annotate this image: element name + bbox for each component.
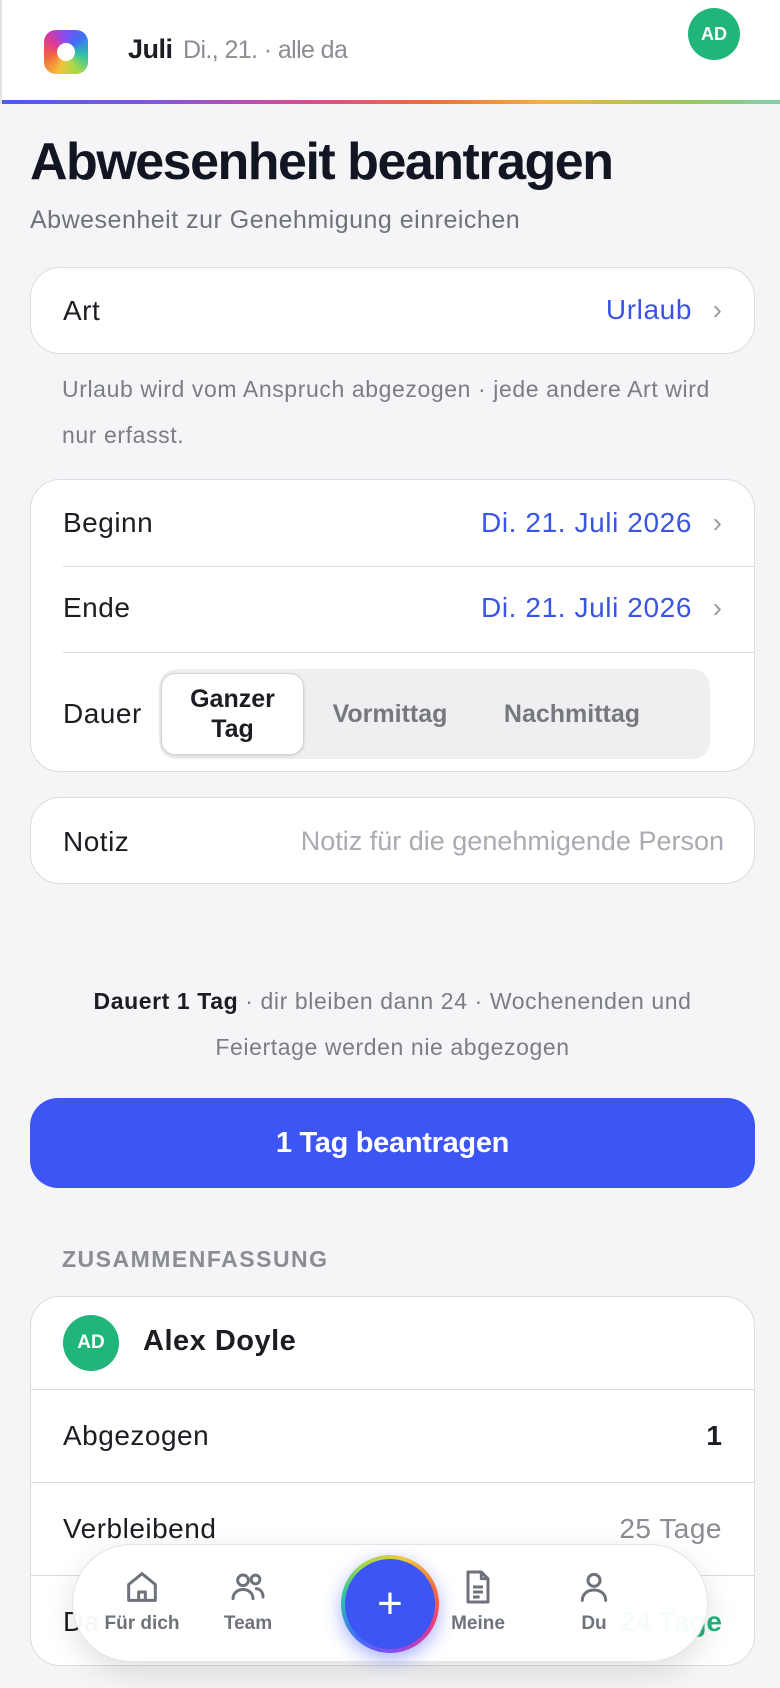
page-title: Abwesenheit beantragen [30, 133, 614, 191]
summary-person-row: AD Alex Doyle [31, 1297, 754, 1389]
tab-label: Für dich [104, 1613, 180, 1634]
type-value: Urlaub [605, 294, 692, 325]
remaining-label: Verbleibend [63, 1513, 217, 1544]
tab-you[interactable]: Du [539, 1567, 649, 1635]
duration-info: Dauert 1 Tag · dir bleiben dann 24 · Woc… [50, 978, 735, 1070]
end-row[interactable]: Ende Di. 21. Juli 2026 › [31, 567, 754, 652]
duration-segmented-control: Ganzer Tag Vormittag Nachmittag [159, 669, 710, 759]
summary-deducted-row: Abgezogen 1 [31, 1390, 754, 1482]
tab-for-you[interactable]: Für dich [87, 1567, 197, 1635]
tab-label: Team [223, 1613, 273, 1634]
duration-option-morning[interactable]: Vormittag [317, 673, 463, 755]
chevron-right-icon: › [712, 507, 722, 538]
note-card: Notiz Notiz für die genehmigende Person [30, 797, 755, 884]
page-subtitle: Abwesenheit zur Genehmigung einreichen [30, 206, 521, 234]
chevron-right-icon: › [712, 294, 722, 325]
end-label: Ende [63, 592, 131, 623]
top-bar: Juli Di., 21. · alle da AD [0, 0, 780, 104]
deducted-value: 1 [706, 1420, 722, 1451]
duration-option-label: Ganzer Tag [190, 685, 275, 743]
bottom-tab-bar: Für dich Team + Meine Du [72, 1544, 708, 1662]
submit-request-button[interactable]: 1 Tag beantragen [30, 1098, 755, 1188]
home-icon [127, 1572, 157, 1602]
summary-section-title: ZUSAMMENFASSUNG [62, 1246, 329, 1272]
start-row[interactable]: Beginn Di. 21. Juli 2026 › [31, 480, 754, 566]
type-hint: Urlaub wird vom Anspruch abgezogen · jed… [62, 376, 710, 448]
date-card: Beginn Di. 21. Juli 2026 › Ende Di. 21. … [30, 479, 755, 772]
tab-label: Meine [451, 1613, 505, 1634]
person-name: Alex Doyle [143, 1325, 297, 1357]
tab-team[interactable]: Team [193, 1567, 303, 1635]
duration-option-afternoon[interactable]: Nachmittag [481, 673, 663, 755]
remaining-value: 25 Tage [619, 1513, 722, 1544]
header-status: Di., 21. · alle da [183, 36, 348, 64]
avatar[interactable]: AD [688, 8, 740, 60]
avatar: AD [63, 1315, 119, 1371]
duration-info-bold: Dauert 1 Tag [93, 988, 239, 1014]
duration-option-full-day[interactable]: Ganzer Tag [161, 673, 304, 755]
tab-label: Du [581, 1613, 607, 1634]
type-label: Art [63, 295, 101, 326]
start-label: Beginn [63, 507, 154, 538]
duration-info-text: · dir bleiben dann 24 · Wochenenden und … [215, 988, 692, 1060]
brand-name: Juli [128, 34, 173, 64]
type-card: Art Urlaub › [30, 267, 755, 354]
note-row[interactable]: Notiz Notiz für die genehmigende Person [31, 798, 754, 883]
note-input[interactable]: Notiz für die genehmigende Person [301, 826, 724, 857]
user-icon [580, 1572, 608, 1602]
app-logo-icon[interactable] [44, 30, 88, 74]
chevron-right-icon: › [712, 592, 722, 623]
start-value: Di. 21. Juli 2026 [481, 507, 692, 538]
type-row[interactable]: Art Urlaub › [31, 268, 754, 353]
note-label: Notiz [63, 826, 130, 857]
rainbow-divider [2, 100, 780, 104]
document-icon [466, 1570, 490, 1604]
users-icon [231, 1573, 265, 1601]
end-value: Di. 21. Juli 2026 [481, 592, 692, 623]
tab-mine[interactable]: Meine [423, 1567, 533, 1635]
duration-label: Dauer [63, 698, 142, 729]
plus-icon: + [345, 1559, 435, 1649]
deducted-label: Abgezogen [63, 1420, 210, 1451]
